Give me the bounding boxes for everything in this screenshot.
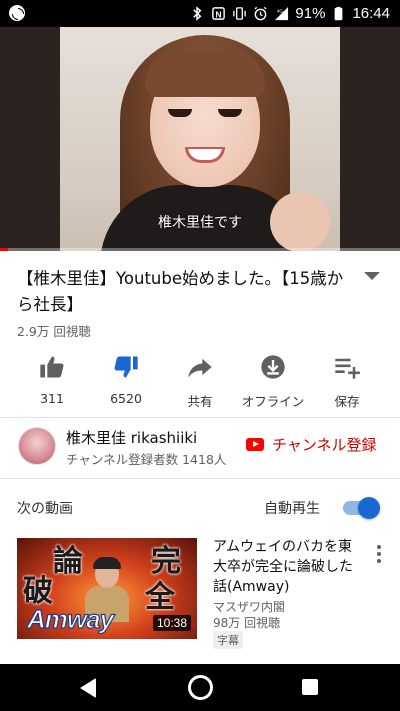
alarm-icon <box>254 6 267 21</box>
video-title-block[interactable]: 【椎木里佳】Youtube始めました。【15歳から社長】 <box>17 266 357 318</box>
progress-fill <box>0 248 8 251</box>
autoplay-label: 自動再生 <box>264 501 320 517</box>
navigation-bar <box>0 664 400 711</box>
clock: 16:44 <box>352 5 390 22</box>
thumbs-down-icon <box>114 356 138 378</box>
next-video-views: 98万 回視聴 <box>213 616 281 630</box>
up-next-heading: 次の動画 <box>17 501 73 517</box>
offline-button[interactable]: オフライン <box>233 350 313 410</box>
video-duration: 10:38 <box>152 615 191 631</box>
expand-description-icon[interactable] <box>364 272 380 280</box>
thumb-logo-text: Amway <box>26 603 114 634</box>
battery-icon <box>335 6 343 21</box>
action-bar: 311 6520 共有 オフライン 保存 <box>0 350 400 410</box>
battery-percent: 91% <box>295 5 326 22</box>
status-bar: N 4G 91% 16:44 <box>0 0 400 27</box>
next-video-thumbnail[interactable]: 論 破 完 全 Amway 10:38 <box>17 538 197 639</box>
baseball-icon <box>9 5 25 21</box>
svg-text:N: N <box>216 9 222 19</box>
next-video-title[interactable]: アムウェイのバカを東大卒が完全に論破した話(Amway) <box>213 537 363 597</box>
add-to-playlist-icon <box>335 358 360 379</box>
thumb-text: 全 <box>145 580 175 615</box>
subscribe-button[interactable]: チャンネル登録 <box>246 434 377 455</box>
thumbs-up-icon <box>40 356 64 378</box>
captions-badge: 字幕 <box>213 631 243 649</box>
nfc-icon: N <box>212 7 226 20</box>
channel-row[interactable]: 椎木里佳 rikashiiki チャンネル登録者数 1418人 チャンネル登録 <box>0 418 400 476</box>
video-caption: 椎木里佳です <box>158 215 242 231</box>
youtube-logo-icon <box>246 438 264 451</box>
autoplay-toggle[interactable] <box>343 497 380 519</box>
channel-avatar[interactable] <box>18 427 56 465</box>
subscriber-count: チャンネル登録者数 1418人 <box>66 452 227 467</box>
subscribe-label: チャンネル登録 <box>272 436 377 454</box>
save-button[interactable]: 保存 <box>307 350 387 410</box>
thumb-text: 論 <box>53 544 83 579</box>
more-options-icon[interactable] <box>376 545 382 563</box>
next-video-channel: マスザワ内閣 <box>213 600 286 614</box>
share-button[interactable]: 共有 <box>160 350 240 410</box>
download-icon <box>261 355 285 379</box>
like-button[interactable]: 311 <box>12 350 92 410</box>
view-count: 2.9万 回視聴 <box>17 324 91 339</box>
vibrate-icon <box>233 7 247 20</box>
share-icon <box>188 358 212 378</box>
channel-name[interactable]: 椎木里佳 rikashiiki <box>66 427 197 448</box>
svg-text:4G: 4G <box>277 9 284 14</box>
recents-icon[interactable] <box>302 679 318 695</box>
dislike-button[interactable]: 6520 <box>86 350 166 410</box>
home-icon[interactable] <box>188 675 213 700</box>
video-title: 【椎木里佳】Youtube始めました。【15歳から社長】 <box>17 269 344 314</box>
bluetooth-icon <box>193 6 202 21</box>
signal-icon: 4G <box>275 6 289 21</box>
divider <box>0 478 400 479</box>
status-icons: N 4G 91% 16:44 <box>190 0 390 27</box>
back-icon[interactable] <box>80 678 96 698</box>
video-player[interactable]: 椎木里佳です <box>0 27 400 251</box>
video-progress-bar[interactable] <box>0 248 400 251</box>
